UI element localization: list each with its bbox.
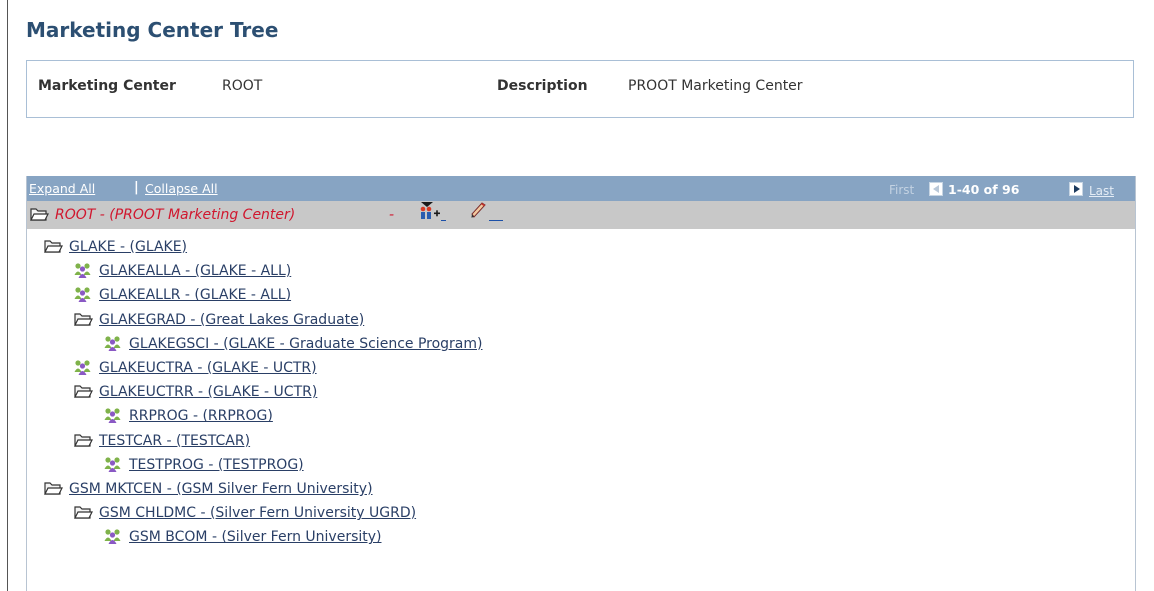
tree-node-link[interactable]: GLAKEUCTRR - (GLAKE - UCTR) — [99, 384, 317, 400]
program-people-icon — [73, 261, 93, 283]
program-people-icon — [103, 406, 123, 428]
description-label: Description — [497, 78, 588, 94]
next-page-icon[interactable] — [1069, 182, 1083, 196]
program-people-icon — [103, 527, 123, 549]
program-people-icon — [73, 358, 93, 380]
tree-grid: Expand All | Collapse All First 1-40 of … — [26, 176, 1136, 591]
edit-pencil-icon[interactable] — [469, 200, 489, 224]
marketing-center-label: Marketing Center — [38, 78, 176, 94]
folder-open-icon[interactable] — [29, 205, 49, 227]
edit-link-underline — [489, 220, 503, 221]
tree-node-link[interactable]: GSM BCOM - (Silver Fern University) — [129, 529, 382, 545]
page-range-label: 1-40 of 96 — [948, 182, 1020, 197]
collapse-all-link[interactable]: Collapse All — [145, 181, 218, 196]
tree-node-link[interactable]: GSM CHLDMC - (Silver Fern University UGR… — [99, 505, 416, 521]
tree-node-link[interactable]: GLAKEALLR - (GLAKE - ALL) — [99, 287, 291, 303]
marketing-center-value: ROOT — [222, 78, 263, 94]
page-title: Marketing Center Tree — [26, 18, 279, 42]
program-people-icon — [103, 334, 123, 356]
tree-node-link[interactable]: GLAKE - (GLAKE) — [69, 239, 187, 255]
add-child-icon[interactable] — [419, 201, 441, 225]
tree-node-link[interactable]: GSM MKTCEN - (GSM Silver Fern University… — [69, 481, 373, 497]
root-node-separator: - — [389, 207, 395, 223]
nav-separator: | — [134, 180, 139, 195]
folder-open-icon[interactable] — [43, 237, 63, 259]
tree-nav-bar: Expand All | Collapse All First 1-40 of … — [27, 176, 1135, 201]
tree-node-link[interactable]: GLAKEUCTRA - (GLAKE - UCTR) — [99, 360, 317, 376]
tree-root-row: ROOT - (PROOT Marketing Center) - — [27, 201, 1135, 229]
folder-open-icon[interactable] — [43, 479, 63, 501]
tree-node-link[interactable]: GLAKEGRAD - (Great Lakes Graduate) — [99, 312, 364, 328]
expand-all-link[interactable]: Expand All — [29, 181, 95, 196]
tree-node-link[interactable]: RRPROG - (RRPROG) — [129, 408, 273, 424]
root-node-label[interactable]: ROOT - (PROOT Marketing Center) — [55, 207, 295, 223]
previous-page-icon — [929, 182, 943, 196]
tree-node-link[interactable]: GLAKEGSCI - (GLAKE - Graduate Science Pr… — [129, 336, 482, 352]
folder-open-icon[interactable] — [73, 310, 93, 332]
folder-open-icon[interactable] — [73, 382, 93, 404]
folder-open-icon[interactable] — [73, 431, 93, 453]
tree-node-link[interactable]: TESTCAR - (TESTCAR) — [99, 433, 250, 449]
add-child-link-underline — [441, 220, 446, 221]
description-value: PROOT Marketing Center — [628, 78, 803, 94]
last-page-link[interactable]: Last — [1089, 184, 1114, 198]
first-page-label: First — [889, 183, 915, 197]
header-info-box: Marketing Center ROOT Description PROOT … — [26, 60, 1134, 118]
folder-open-icon[interactable] — [73, 503, 93, 525]
program-people-icon — [73, 285, 93, 307]
tree-node-link[interactable]: TESTPROG - (TESTPROG) — [129, 457, 304, 473]
window-frame-left — [7, 0, 8, 591]
program-people-icon — [103, 455, 123, 477]
tree-node-link[interactable]: GLAKEALLA - (GLAKE - ALL) — [99, 263, 291, 279]
